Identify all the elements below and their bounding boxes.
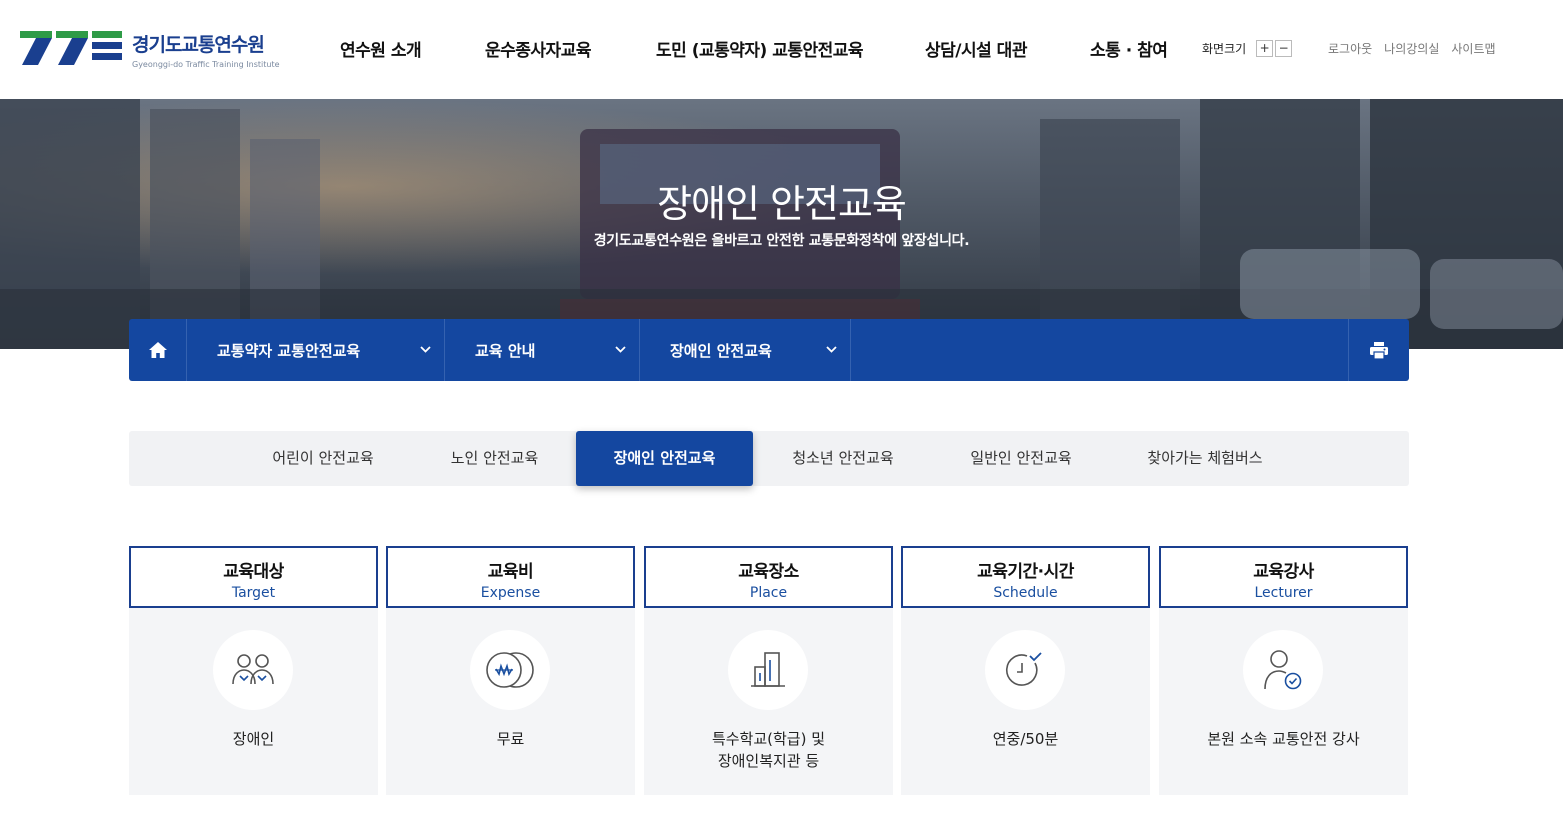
utility-links: 로그아웃 나의강의실 사이트맵 [1328,40,1508,57]
card-title: 교육기간·시간 [977,562,1074,582]
logo-mark-icon [20,31,122,65]
education-tabs: 어린이 안전교육 노인 안전교육 장애인 안전교육 청소년 안전교육 일반인 안… [129,431,1409,486]
breadcrumb: 교통약자 교통안전교육 교육 안내 장애인 안전교육 [129,319,1409,381]
card-value-line-2: 장애인복지관 등 [717,752,820,770]
tab-general-safety[interactable]: 일반인 안전교육 [947,431,1095,486]
breadcrumb-level-3-label: 장애인 안전교육 [670,341,772,360]
nav-item-consulting-rental[interactable]: 상담/시설 대관 [925,36,1027,61]
breadcrumb-level-2[interactable]: 교육 안내 [445,319,640,381]
card-place: 교육장소 Place 특수학교(학급) 및 장애인복지관 등 [644,546,893,795]
card-title: 교육강사 [1253,562,1314,582]
card-value-line-1: 특수학교(학급) 및 [711,730,826,748]
card-target: 교육대상 Target 장애인 [129,546,378,795]
breadcrumb-level-1[interactable]: 교통약자 교통안전교육 [187,319,445,381]
zoom-in-button[interactable]: + [1256,40,1274,57]
breadcrumb-home-button[interactable] [129,319,187,381]
people-icon [232,654,274,685]
tab-experience-bus[interactable]: 찾아가는 체험버스 [1125,431,1285,486]
card-title: 교육비 [487,562,534,582]
nav-item-driver-education[interactable]: 운수종사자교육 [485,36,591,61]
tab-disabled-safety[interactable]: 장애인 안전교육 [576,431,753,486]
card-subtitle: Target [231,585,276,601]
tab-elderly-safety[interactable]: 노인 안전교육 [427,431,562,486]
nav-item-about[interactable]: 연수원 소개 [340,36,422,61]
card-value: 본원 소속 교통안전 강사 [1207,730,1360,748]
my-classroom-link[interactable]: 나의강의실 [1384,40,1439,57]
nav-item-communication[interactable]: 소통 · 참여 [1090,36,1168,61]
card-title: 교육대상 [223,562,284,582]
nav-item-citizen-safety-education[interactable]: 도민 (교통약자) 교통안전교육 [656,36,864,61]
card-title: 교육장소 [738,562,799,582]
breadcrumb-level-1-label: 교통약자 교통안전교육 [217,341,361,360]
print-icon [1370,341,1388,359]
clock-check-icon [1005,652,1042,686]
breadcrumb-level-3[interactable]: 장애인 안전교육 [640,319,851,381]
tab-children-safety[interactable]: 어린이 안전교육 [249,431,397,486]
card-value: 무료 [496,730,525,748]
zoom-out-button[interactable]: − [1275,40,1293,57]
card-expense: 교육비 Expense 무료 [386,546,635,795]
home-icon [148,342,167,358]
card-value: 특수학교(학급) 및 장애인복지관 등 [644,728,893,772]
site-header: 경기도교통연수원 Gyeonggi-do Traffic Training In… [0,0,1563,99]
card-subtitle: Expense [480,585,541,601]
logo-subtitle: Gyeonggi-do Traffic Training Institute [132,60,280,69]
zoom-label: 화면크기 [1202,42,1247,56]
zoom-control: 화면크기 + − [1202,40,1294,57]
logo-title: 경기도교통연수원 [132,34,265,56]
coin-icon [486,652,534,688]
page-subtitle: 경기도교통연수원은 올바르고 안전한 교통문화정착에 앞장섭니다. [593,233,970,249]
card-subtitle: Place [749,585,788,601]
card-schedule: 교육기간·시간 Schedule 연중/50분 [901,546,1150,795]
card-subtitle: Lecturer [1254,585,1313,601]
breadcrumb-level-2-label: 교육 안내 [475,341,536,360]
building-icon [751,652,785,687]
logout-link[interactable]: 로그아웃 [1328,40,1372,57]
chevron-down-icon [420,346,431,353]
chevron-down-icon [826,346,837,353]
card-value: 장애인 [232,730,275,748]
print-button[interactable] [1348,319,1409,381]
card-value: 연중/50분 [992,730,1059,748]
lecturer-icon [1264,650,1302,690]
card-subtitle: Schedule [993,585,1058,601]
chevron-down-icon [615,346,626,353]
tab-youth-safety[interactable]: 청소년 안전교육 [769,431,917,486]
page-title: 장애인 안전교육 [657,182,907,226]
sitemap-link[interactable]: 사이트맵 [1451,40,1495,57]
site-logo[interactable]: 경기도교통연수원 Gyeonggi-do Traffic Training In… [20,28,290,70]
hero-banner: 장애인 안전교육 경기도교통연수원은 올바르고 안전한 교통문화정착에 앞장섭니… [0,99,1563,349]
card-lecturer: 교육강사 Lecturer 본원 소속 교통안전 강사 [1159,546,1408,795]
education-info-cards: 교육대상 Target 장애인 교육비 Expense 무료 교육장소 Plac… [129,546,1409,796]
